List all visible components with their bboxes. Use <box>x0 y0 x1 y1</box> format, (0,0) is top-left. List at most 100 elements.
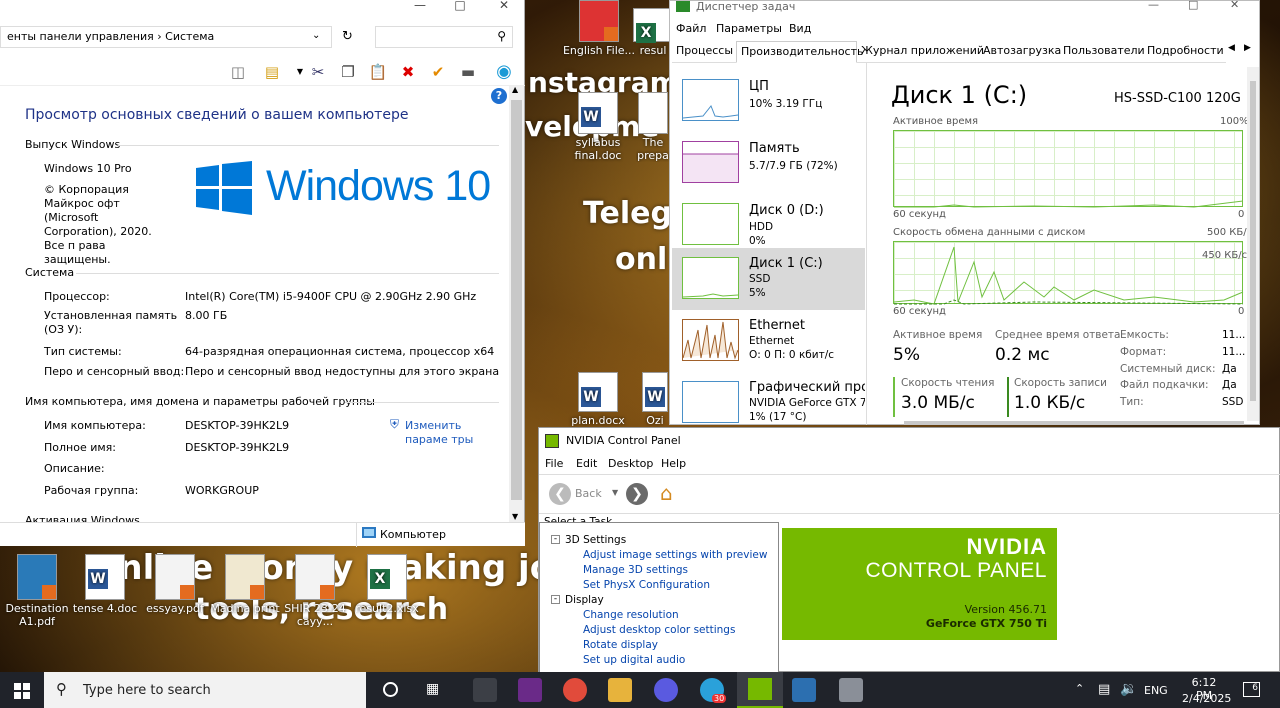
tab-app-history[interactable]: Журнал приложений <box>857 41 984 63</box>
network-tool-icon[interactable] <box>473 678 497 702</box>
scrollbar-thumb[interactable] <box>1250 81 1256 401</box>
tab-startup[interactable]: Автозагрузка <box>979 41 1061 63</box>
tree-link[interactable]: Manage 3D settings <box>583 564 688 576</box>
close-button[interactable]: ✕ <box>1230 0 1239 11</box>
rename-icon[interactable]: ▬ <box>458 62 478 82</box>
menu-help[interactable]: Help <box>661 457 686 470</box>
chevron-left-icon[interactable]: ◀ <box>1228 43 1235 53</box>
desktop-file-icon[interactable]: Ozi <box>640 372 670 427</box>
perf-item-disk0[interactable]: Диск 0 (D:) HDD 0% <box>672 191 865 251</box>
maximize-button[interactable]: □ <box>1188 0 1198 11</box>
clock-date[interactable]: 2/4/2025 <box>1182 692 1231 705</box>
desktop-file-icon[interactable]: Madina print <box>208 554 282 615</box>
menu-file[interactable]: File <box>545 457 563 470</box>
tree-link[interactable]: Rotate display <box>583 639 658 651</box>
scrollbar[interactable]: ▲ ▼ <box>509 85 524 522</box>
scrollbar-thumb[interactable] <box>511 100 522 500</box>
nvidia-control-panel-window: NVIDIA Control Panel File Edit Desktop H… <box>538 427 1280 673</box>
forward-icon[interactable]: ❯ <box>626 483 648 505</box>
chevron-down-icon[interactable]: ▼ <box>612 488 618 497</box>
volume-icon[interactable]: 🔉 <box>1120 681 1137 697</box>
menu-options[interactable]: Параметры <box>716 22 782 35</box>
scrollbar[interactable] <box>1247 67 1259 421</box>
desktop-file-icon[interactable]: SHIR 23-24 сауу... <box>278 554 352 628</box>
desktop-file-icon[interactable]: syllabus final.doc <box>561 92 635 162</box>
save-icon[interactable] <box>518 678 542 702</box>
tab-users[interactable]: Пользователи <box>1059 41 1145 63</box>
search-input[interactable]: ⚲ <box>375 26 513 48</box>
back-label[interactable]: Back <box>575 487 602 500</box>
tab-details[interactable]: Подробности <box>1143 41 1226 63</box>
copy-icon[interactable]: ❐ <box>338 62 358 82</box>
chevron-down-icon[interactable]: ▼ <box>512 512 518 521</box>
file-explorer-icon[interactable] <box>608 678 632 702</box>
language-indicator[interactable]: ENG <box>1144 684 1168 697</box>
notification-center-icon[interactable]: 6 <box>1243 682 1260 697</box>
desktop-file-icon[interactable]: result2.xlsx <box>350 554 424 615</box>
layout-icon[interactable]: ◫ <box>228 62 248 82</box>
chevron-up-icon[interactable]: ▲ <box>512 85 518 94</box>
collapse-icon[interactable]: - <box>551 595 560 604</box>
tab-performance[interactable]: Производительность <box>736 41 864 63</box>
desktop-file-icon[interactable]: tense 4.doc <box>68 554 142 615</box>
minimize-button[interactable]: — <box>1148 0 1159 11</box>
nvidia-taskbar-item[interactable] <box>737 672 783 708</box>
tree-link[interactable]: Change resolution <box>583 609 679 621</box>
perf-item-disk1[interactable]: Диск 1 (C:) SSD 5% <box>672 248 865 310</box>
perf-item-cpu[interactable]: ЦП 10% 3.19 ГГц <box>672 67 865 127</box>
tree-group-display[interactable]: Display <box>565 594 604 606</box>
menu-desktop[interactable]: Desktop <box>608 457 653 470</box>
minimize-button[interactable]: — <box>400 0 440 16</box>
app-icon[interactable] <box>654 678 678 702</box>
refresh-icon[interactable]: ↻ <box>342 29 353 44</box>
desktop-file-icon[interactable]: Destination A1.pdf <box>0 554 74 628</box>
paste-icon[interactable]: 📋 <box>368 62 388 82</box>
task-view-icon[interactable]: ▦ <box>426 681 439 697</box>
tree-link[interactable]: Set up digital audio <box>583 654 685 666</box>
version-text: Version 456.71 <box>964 603 1047 616</box>
desktop-file-icon[interactable]: The prepa <box>636 92 670 162</box>
desktop-file-icon[interactable]: plan.docx <box>561 372 635 427</box>
desktop-file-icon[interactable]: essyay.pdf <box>138 554 212 615</box>
chrome-icon[interactable] <box>563 678 587 702</box>
tree-link[interactable]: Adjust desktop color settings <box>583 624 735 636</box>
perf-item-ethernet[interactable]: Ethernet Ethernet О: 0 П: 0 кбит/с <box>672 315 865 375</box>
check-icon[interactable]: ✔ <box>428 62 448 82</box>
search-box[interactable]: ⚲ Type here to search <box>44 672 366 708</box>
row-value: Intel(R) Core(TM) i5-9400F CPU @ 2.90GHz… <box>185 290 477 303</box>
chevron-down-icon[interactable]: ⌄ <box>312 30 320 41</box>
tree-link[interactable]: Set PhysX Configuration <box>583 579 710 591</box>
cut-icon[interactable]: ✂ <box>308 62 328 82</box>
menu-file[interactable]: Файл <box>676 22 706 35</box>
tree-group-3d[interactable]: 3D Settings <box>565 534 626 546</box>
menu-edit[interactable]: Edit <box>576 457 597 470</box>
tab-processes[interactable]: Процессы <box>672 41 736 63</box>
perf-item-gpu[interactable]: Графический про NVIDIA GeForce GTX 750 1… <box>672 377 865 425</box>
chevron-down-icon[interactable]: ▼ <box>290 62 310 82</box>
desktop-file-icon[interactable]: resul <box>633 8 673 57</box>
back-icon[interactable]: ❮ <box>549 483 571 505</box>
horizontal-scrollbar[interactable] <box>904 421 1244 425</box>
network-icon[interactable]: ▤ <box>1098 682 1110 697</box>
delete-icon[interactable]: ✖ <box>398 62 418 82</box>
chevron-up-icon[interactable]: ⌃ <box>1075 682 1084 695</box>
control-panel-icon[interactable] <box>839 678 863 702</box>
collapse-icon[interactable]: - <box>551 535 560 544</box>
perf-item-memory[interactable]: Память 5.7/7.9 ГБ (72%) <box>672 129 865 189</box>
maximize-button[interactable]: □ <box>440 0 480 16</box>
start-icon[interactable] <box>14 683 30 699</box>
page-title: Просмотр основных сведений о вашем компь… <box>25 107 409 123</box>
chevron-right-icon[interactable]: ▶ <box>1244 43 1251 53</box>
tree-link[interactable]: Adjust image settings with preview <box>583 549 767 561</box>
word-icon <box>642 372 668 412</box>
menu-view[interactable]: Вид <box>789 22 811 35</box>
desktop-file-icon[interactable]: English File... <box>562 0 636 57</box>
app-window-icon[interactable] <box>792 678 816 702</box>
cortana-icon[interactable] <box>383 682 398 697</box>
address-bar[interactable]: енты панели управления › Система <box>0 26 332 48</box>
folder-icon[interactable]: ▤ <box>262 62 282 82</box>
change-settings-link[interactable]: Изменить параме тры <box>405 419 501 447</box>
home-icon[interactable]: ⌂ <box>660 481 673 505</box>
close-button[interactable]: ✕ <box>484 0 524 16</box>
globe-icon[interactable]: ◉ <box>494 62 514 82</box>
